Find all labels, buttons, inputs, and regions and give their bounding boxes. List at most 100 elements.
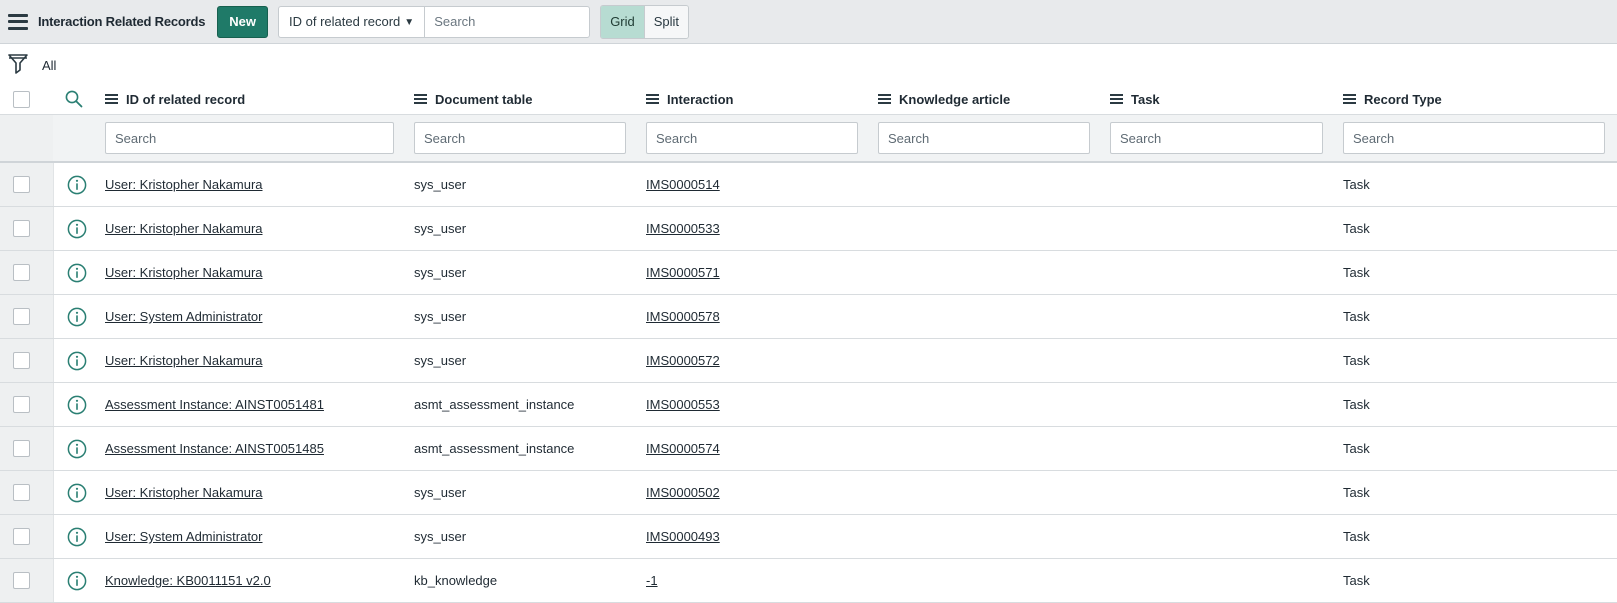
grid-view-button[interactable]: Grid <box>601 5 645 38</box>
interaction-link[interactable]: IMS0000574 <box>646 441 720 456</box>
row-checkbox[interactable] <box>13 308 30 325</box>
cell-id-related: User: Kristopher Nakamura <box>97 338 406 383</box>
row-checkbox[interactable] <box>13 264 30 281</box>
related-record-link[interactable]: User: System Administrator <box>105 309 263 324</box>
cell-record-type: Task <box>1335 338 1617 383</box>
column-search-knowledge-article[interactable] <box>878 122 1090 154</box>
split-view-button[interactable]: Split <box>644 5 689 38</box>
cell-task <box>1102 162 1335 207</box>
list-header: Interaction Related Records New ID of re… <box>0 0 1617 44</box>
cell-knowledge-article <box>870 426 1102 471</box>
column-header-interaction[interactable]: Interaction <box>638 84 870 115</box>
column-header-record-type[interactable]: Record Type <box>1335 84 1617 115</box>
interaction-link[interactable]: IMS0000578 <box>646 309 720 324</box>
cell-task <box>1102 338 1335 383</box>
info-icon[interactable] <box>67 175 87 195</box>
table-row: User: Kristopher Nakamura sys_user IMS00… <box>0 162 1617 207</box>
column-menu-icon[interactable] <box>1343 94 1356 104</box>
cell-id-related: User: System Administrator <box>97 514 406 559</box>
info-icon[interactable] <box>67 395 87 415</box>
menu-icon[interactable] <box>8 13 28 30</box>
cell-document-table: sys_user <box>406 162 638 207</box>
table-row: User: Kristopher Nakamura sys_user IMS00… <box>0 250 1617 295</box>
column-search-id-related[interactable] <box>105 122 394 154</box>
cell-interaction: -1 <box>638 558 870 603</box>
table-body: User: Kristopher Nakamura sys_user IMS00… <box>0 162 1617 603</box>
related-record-link[interactable]: Knowledge: KB0011151 v2.0 <box>105 573 271 588</box>
interaction-link[interactable]: IMS0000502 <box>646 485 720 500</box>
info-icon[interactable] <box>67 307 87 327</box>
interaction-link[interactable]: IMS0000571 <box>646 265 720 280</box>
cell-record-type: Task <box>1335 162 1617 207</box>
interaction-link[interactable]: IMS0000533 <box>646 221 720 236</box>
row-checkbox[interactable] <box>13 572 30 589</box>
column-menu-icon[interactable] <box>646 94 659 104</box>
column-header-knowledge-article[interactable]: Knowledge article <box>870 84 1102 115</box>
column-header-id-related[interactable]: ID of related record <box>97 84 406 115</box>
table-row: User: System Administrator sys_user IMS0… <box>0 514 1617 559</box>
info-icon[interactable] <box>67 351 87 371</box>
column-search-record-type[interactable] <box>1343 122 1605 154</box>
row-checkbox[interactable] <box>13 220 30 237</box>
cell-record-type: Task <box>1335 206 1617 251</box>
cell-document-table: asmt_assessment_instance <box>406 426 638 471</box>
table-row: User: Kristopher Nakamura sys_user IMS00… <box>0 206 1617 251</box>
new-button[interactable]: New <box>217 5 268 38</box>
info-icon[interactable] <box>67 219 87 239</box>
column-header-task[interactable]: Task <box>1102 84 1335 115</box>
interaction-link[interactable]: IMS0000493 <box>646 529 720 544</box>
cell-task <box>1102 206 1335 251</box>
header-select-cell <box>0 84 53 115</box>
info-icon[interactable] <box>67 483 87 503</box>
cell-record-type: Task <box>1335 470 1617 515</box>
row-checkbox[interactable] <box>13 396 30 413</box>
info-icon[interactable] <box>67 571 87 591</box>
column-menu-icon[interactable] <box>105 94 118 104</box>
interaction-link[interactable]: IMS0000572 <box>646 353 720 368</box>
related-record-link[interactable]: User: Kristopher Nakamura <box>105 221 263 236</box>
column-menu-icon[interactable] <box>1110 94 1123 104</box>
filter-all-link[interactable]: All <box>42 58 56 73</box>
info-icon[interactable] <box>67 439 87 459</box>
related-record-link[interactable]: User: System Administrator <box>105 529 263 544</box>
column-header-document-table[interactable]: Document table <box>406 84 638 115</box>
related-record-link[interactable]: Assessment Instance: AINST0051481 <box>105 397 324 412</box>
interaction-link[interactable]: IMS0000553 <box>646 397 720 412</box>
cell-record-type: Task <box>1335 558 1617 603</box>
column-menu-icon[interactable] <box>414 94 427 104</box>
cell-interaction: IMS0000571 <box>638 250 870 295</box>
select-all-checkbox[interactable] <box>13 90 30 108</box>
cell-interaction: IMS0000514 <box>638 162 870 207</box>
interaction-link[interactable]: IMS0000514 <box>646 177 720 192</box>
search-icon[interactable] <box>65 90 83 108</box>
row-checkbox[interactable] <box>13 484 30 501</box>
row-checkbox[interactable] <box>13 352 30 369</box>
cell-id-related: Knowledge: KB0011151 v2.0 <box>97 558 406 603</box>
cell-interaction: IMS0000553 <box>638 382 870 427</box>
cell-record-type: Task <box>1335 382 1617 427</box>
column-search-interaction[interactable] <box>646 122 858 154</box>
cell-document-table: sys_user <box>406 470 638 515</box>
column-menu-icon[interactable] <box>878 94 891 104</box>
header-search-cell <box>53 84 97 115</box>
cell-record-type: Task <box>1335 426 1617 471</box>
info-icon[interactable] <box>67 263 87 283</box>
column-search-task[interactable] <box>1110 122 1323 154</box>
column-search-document-table[interactable] <box>414 122 626 154</box>
row-checkbox[interactable] <box>13 528 30 545</box>
related-record-link[interactable]: User: Kristopher Nakamura <box>105 353 263 368</box>
row-checkbox[interactable] <box>13 440 30 457</box>
page-title: Interaction Related Records <box>38 14 206 29</box>
info-icon[interactable] <box>67 527 87 547</box>
related-record-link[interactable]: User: Kristopher Nakamura <box>105 177 263 192</box>
view-toggle: Grid Split <box>600 4 690 39</box>
related-record-link[interactable]: User: Kristopher Nakamura <box>105 485 263 500</box>
related-record-link[interactable]: User: Kristopher Nakamura <box>105 265 263 280</box>
row-checkbox[interactable] <box>13 176 30 193</box>
related-record-link[interactable]: Assessment Instance: AINST0051485 <box>105 441 324 456</box>
cell-id-related: User: Kristopher Nakamura <box>97 206 406 251</box>
filter-icon[interactable] <box>8 53 28 75</box>
interaction-link[interactable]: -1 <box>646 573 658 588</box>
search-field-select[interactable]: ID of related record ▼ <box>278 5 425 38</box>
search-input[interactable] <box>424 5 591 38</box>
